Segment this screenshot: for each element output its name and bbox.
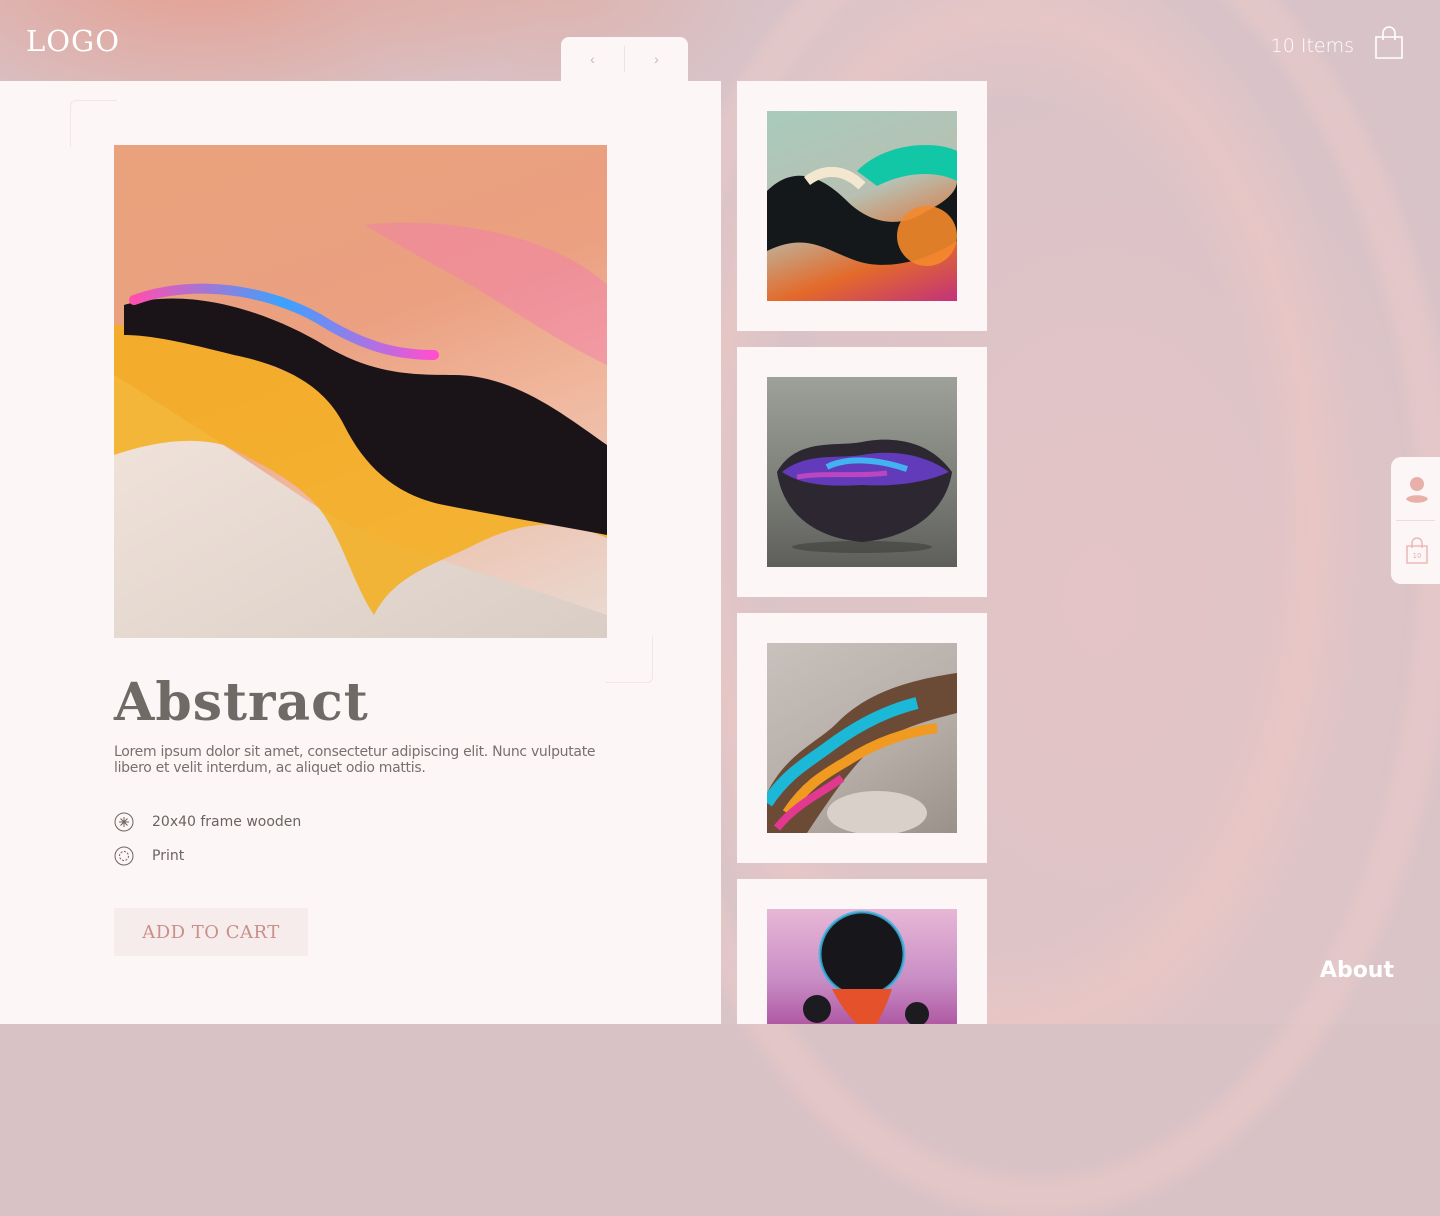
print-dial-icon <box>114 846 134 866</box>
product-description: Lorem ipsum dolor sit amet, consectetur … <box>114 744 596 776</box>
sparkle-icon <box>114 812 134 832</box>
feature-label: 20x40 frame wooden <box>152 814 302 830</box>
bag-icon[interactable]: 10 <box>1405 537 1429 570</box>
logo[interactable]: LOGO <box>26 24 120 58</box>
cart-count-label: 10 Items <box>1270 34 1354 57</box>
thumbnail-image <box>767 111 957 301</box>
user-icon[interactable] <box>1405 475 1429 510</box>
side-dock: 10 <box>1391 457 1440 584</box>
thumbnail-image <box>767 377 957 567</box>
gallery-thumbnail[interactable] <box>737 347 987 597</box>
product-image <box>114 145 607 638</box>
feature-print: Print <box>114 846 184 866</box>
feature-frame: 20x40 frame wooden <box>114 812 301 832</box>
chevron-right-icon[interactable]: › <box>625 51 688 67</box>
chevron-left-icon[interactable]: ‹ <box>561 51 624 67</box>
gallery-thumbnail[interactable] <box>737 613 987 863</box>
gallery-thumbnail[interactable] <box>737 879 987 1024</box>
about-link[interactable]: About <box>1320 958 1394 983</box>
thumbnail-image <box>767 909 957 1024</box>
thumbnail-image <box>767 643 957 833</box>
dock-divider <box>1396 520 1435 521</box>
carousel-nav: ‹ › <box>561 37 688 81</box>
bag-badge: 10 <box>1413 552 1422 560</box>
frame-corner-bottom-right <box>606 636 653 683</box>
shopping-bag-icon[interactable] <box>1374 26 1404 65</box>
add-to-cart-button[interactable]: ADD TO CART <box>114 908 308 956</box>
header-cart[interactable]: 10 Items <box>1271 26 1404 65</box>
feature-label: Print <box>152 848 185 864</box>
gallery-thumbnail[interactable] <box>737 81 987 331</box>
product-title: Abstract <box>114 672 369 733</box>
frame-corner-top-left <box>70 100 117 147</box>
